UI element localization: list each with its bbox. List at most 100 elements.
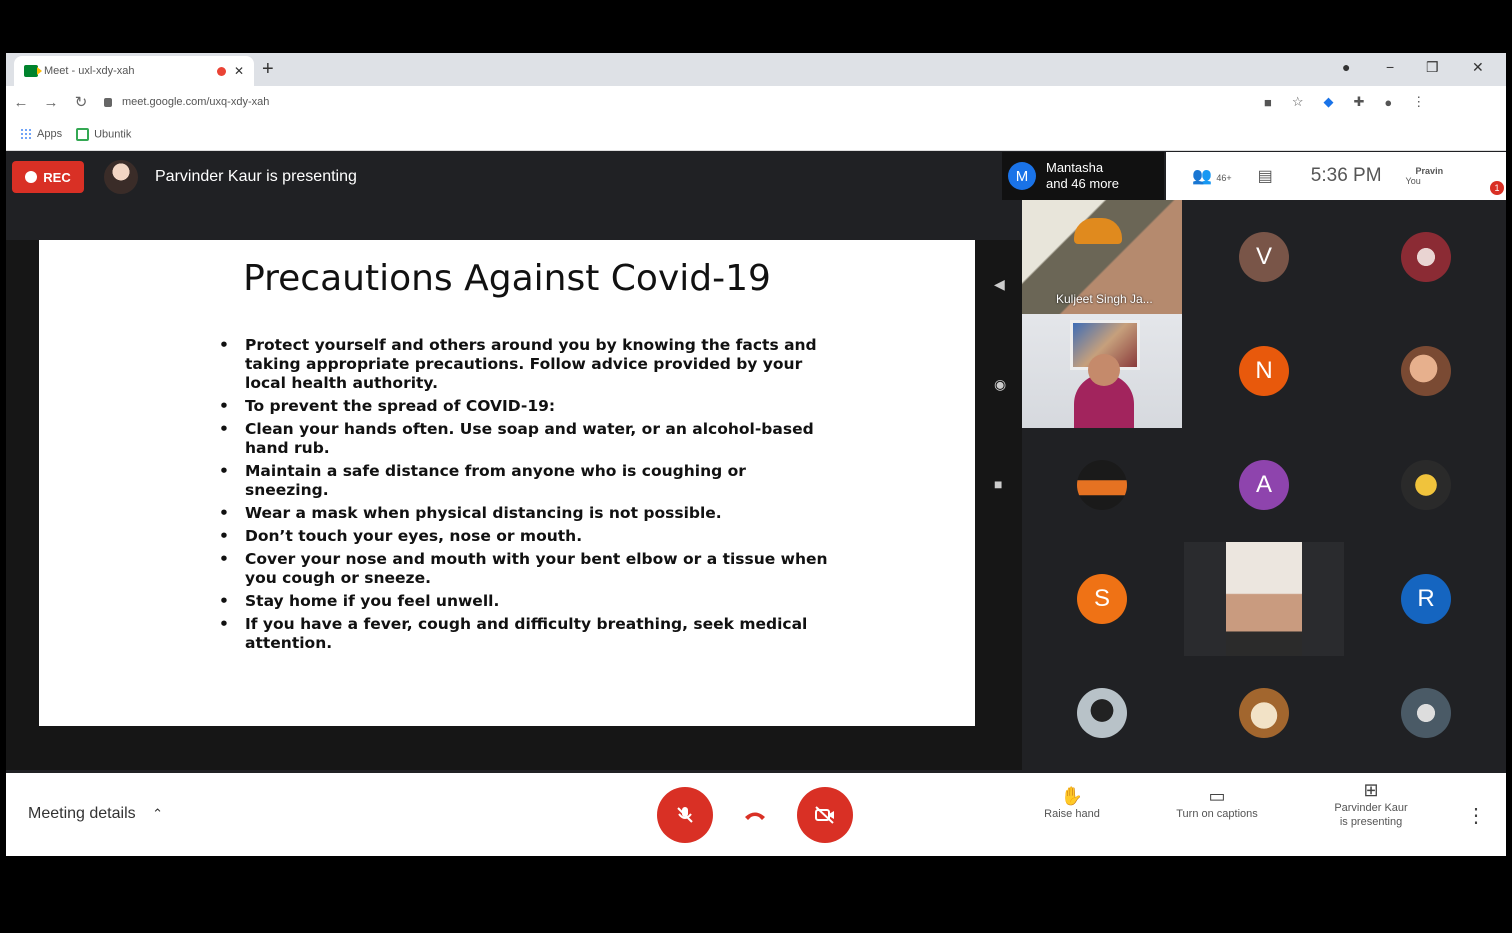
participant-photo bbox=[1401, 460, 1451, 510]
self-name: Pravin bbox=[1415, 166, 1444, 176]
account-icon[interactable]: ● bbox=[1342, 59, 1350, 75]
presenting-label: Parvinder Kaur is presenting bbox=[155, 168, 357, 185]
minimize-button[interactable]: − bbox=[1386, 59, 1394, 75]
call-controls-bar: Meeting details ⌃ ✋ Raise hand ▭ Turn on… bbox=[6, 773, 1506, 856]
present-screen-icon: ⊞ bbox=[1363, 780, 1379, 800]
participant-tile[interactable] bbox=[1346, 428, 1506, 542]
phone-hangup-icon bbox=[745, 812, 765, 820]
participant-video[interactable] bbox=[1184, 542, 1344, 656]
recording-badge: REC bbox=[12, 161, 84, 193]
mic-off-icon bbox=[677, 807, 693, 823]
tab-strip: Meet - uxl-xdy-xah ✕ + ● − ❒ ✕ bbox=[6, 53, 1506, 86]
camera-off-button[interactable] bbox=[797, 787, 853, 843]
participant-tile[interactable] bbox=[1022, 656, 1182, 770]
participant-avatar-n: N bbox=[1239, 346, 1289, 396]
captions-button[interactable]: ▭ Turn on captions bbox=[1162, 787, 1272, 821]
participant-tile[interactable] bbox=[1346, 314, 1506, 428]
hang-up-button[interactable] bbox=[727, 787, 783, 843]
participant-tile[interactable]: N bbox=[1184, 314, 1344, 428]
participant-photo bbox=[1077, 460, 1127, 510]
bookmark-ubuntik[interactable]: Ubuntik bbox=[76, 127, 131, 141]
you-label: You bbox=[1405, 176, 1421, 186]
face-shape bbox=[1088, 354, 1120, 386]
meet-icon bbox=[24, 65, 42, 77]
meeting-details-button[interactable]: Meeting details ⌃ bbox=[28, 805, 163, 823]
raise-hand-button[interactable]: ✋ Raise hand bbox=[1032, 786, 1112, 821]
bullet-item: Clean your hands often. Use soap and wat… bbox=[219, 420, 829, 458]
close-window-button[interactable]: ✕ bbox=[1472, 59, 1484, 76]
browser-tab[interactable]: Meet - uxl-xdy-xah ✕ bbox=[14, 56, 254, 86]
collapse-arrow-icon[interactable]: ◀ bbox=[994, 276, 1005, 293]
reload-icon[interactable]: ↻ bbox=[66, 93, 96, 111]
puzzle-icon[interactable]: ✚ bbox=[1354, 94, 1365, 110]
slide: Precautions Against Covid-19 Protect you… bbox=[39, 240, 975, 726]
address-bar[interactable]: meet.google.com/uxq-xdy-xah bbox=[104, 90, 1254, 114]
browser-toolbar: ← → ↻ meet.google.com/uxq-xdy-xah ■ ☆ ◆ … bbox=[6, 86, 1506, 118]
person-video-frame bbox=[1226, 542, 1302, 656]
bullet-item: Wear a mask when physical distancing is … bbox=[219, 504, 829, 523]
participant-photo bbox=[1239, 688, 1289, 738]
people-button[interactable]: 👥 46+ bbox=[1192, 166, 1232, 186]
meet-area: REC Parvinder Kaur is presenting Precaut… bbox=[6, 152, 1506, 773]
bookmark-apps[interactable]: Apps bbox=[20, 128, 62, 141]
new-tab-button[interactable]: + bbox=[262, 58, 274, 81]
presenting-button[interactable]: ⊞ Parvinder Kaur is presenting bbox=[1318, 780, 1424, 829]
close-tab-icon[interactable]: ✕ bbox=[234, 64, 244, 78]
back-icon[interactable]: ← bbox=[6, 94, 36, 111]
profile-icon[interactable]: ● bbox=[1384, 95, 1392, 110]
browser-window: Meet - uxl-xdy-xah ✕ + ● − ❒ ✕ ← → ↻ mee… bbox=[6, 53, 1506, 856]
participant-tile[interactable]: A bbox=[1184, 428, 1344, 542]
self-view[interactable]: Pravin You bbox=[1406, 166, 1444, 186]
hand-icon: ✋ bbox=[1060, 786, 1084, 806]
participant-tile[interactable] bbox=[1346, 200, 1506, 314]
menu-icon[interactable]: ⋮ bbox=[1412, 94, 1425, 110]
people-icon: 👥 bbox=[1192, 168, 1212, 185]
bullet-item: Maintain a safe distance from anyone who… bbox=[219, 462, 829, 500]
participant-avatar-r: R bbox=[1401, 574, 1451, 624]
camera-off-icon bbox=[815, 806, 834, 824]
bullet-item: Stay home if you feel unwell. bbox=[219, 592, 829, 611]
turban-shape bbox=[1074, 218, 1122, 244]
bullet-item: To prevent the spread of COVID-19: bbox=[219, 397, 829, 416]
participants-more: and 46 more bbox=[1046, 176, 1119, 191]
participant-photo bbox=[1401, 232, 1451, 282]
camera-icon[interactable]: ■ bbox=[1264, 95, 1272, 110]
participant-tile[interactable]: R bbox=[1346, 542, 1506, 656]
meeting-header-bar: 👥 46+ ▤ 5:36 PM Pravin You 1 bbox=[1166, 152, 1506, 200]
participant-tile[interactable] bbox=[1184, 656, 1344, 770]
participant-tile[interactable]: S bbox=[1022, 542, 1182, 656]
clock: 5:36 PM bbox=[1310, 165, 1382, 186]
participant-grid: Kuljeet Singh Ja... S V N A R bbox=[1022, 200, 1506, 770]
extension-icon[interactable]: ◆ bbox=[1324, 94, 1334, 110]
participant-photo bbox=[1401, 688, 1451, 738]
notification-badge: 1 bbox=[1490, 181, 1504, 195]
participants-name: Mantasha bbox=[1046, 160, 1104, 175]
participant-tile[interactable] bbox=[1022, 428, 1182, 542]
bookmarks-bar: Apps Ubuntik bbox=[6, 118, 1506, 151]
bookmark-icon bbox=[76, 127, 90, 141]
participant-avatar-a: A bbox=[1239, 460, 1289, 510]
stop-icon[interactable]: ■ bbox=[994, 476, 1002, 492]
people-count: 46+ bbox=[1216, 173, 1232, 183]
tab-title: Meet - uxl-xdy-xah bbox=[44, 65, 135, 77]
pin-icon[interactable]: ◉ bbox=[994, 376, 1006, 393]
participants-summary[interactable]: M Mantasha and 46 more bbox=[1002, 152, 1164, 200]
slide-title: Precautions Against Covid-19 bbox=[243, 258, 771, 299]
forward-icon[interactable]: → bbox=[36, 94, 66, 111]
restore-button[interactable]: ❒ bbox=[1426, 59, 1439, 76]
star-icon[interactable]: ☆ bbox=[1292, 94, 1304, 110]
bullet-item: Don’t touch your eyes, nose or mouth. bbox=[219, 527, 829, 546]
mic-off-button[interactable] bbox=[657, 787, 713, 843]
chat-icon[interactable]: ▤ bbox=[1258, 166, 1273, 186]
participant-photo bbox=[1077, 688, 1127, 738]
slide-bullets: Protect yourself and others around you b… bbox=[219, 336, 829, 657]
record-dot-icon bbox=[25, 171, 38, 183]
more-options-icon[interactable]: ⋮ bbox=[1466, 803, 1486, 828]
participant-video[interactable]: Kuljeet Singh Ja... bbox=[1022, 200, 1182, 314]
participant-avatar-m: M bbox=[1008, 162, 1036, 190]
participant-video[interactable] bbox=[1022, 314, 1182, 428]
participant-tile[interactable] bbox=[1346, 656, 1506, 770]
participant-avatar-v: V bbox=[1239, 232, 1289, 282]
presenter-avatar bbox=[104, 160, 138, 194]
participant-tile[interactable]: V bbox=[1184, 200, 1344, 314]
